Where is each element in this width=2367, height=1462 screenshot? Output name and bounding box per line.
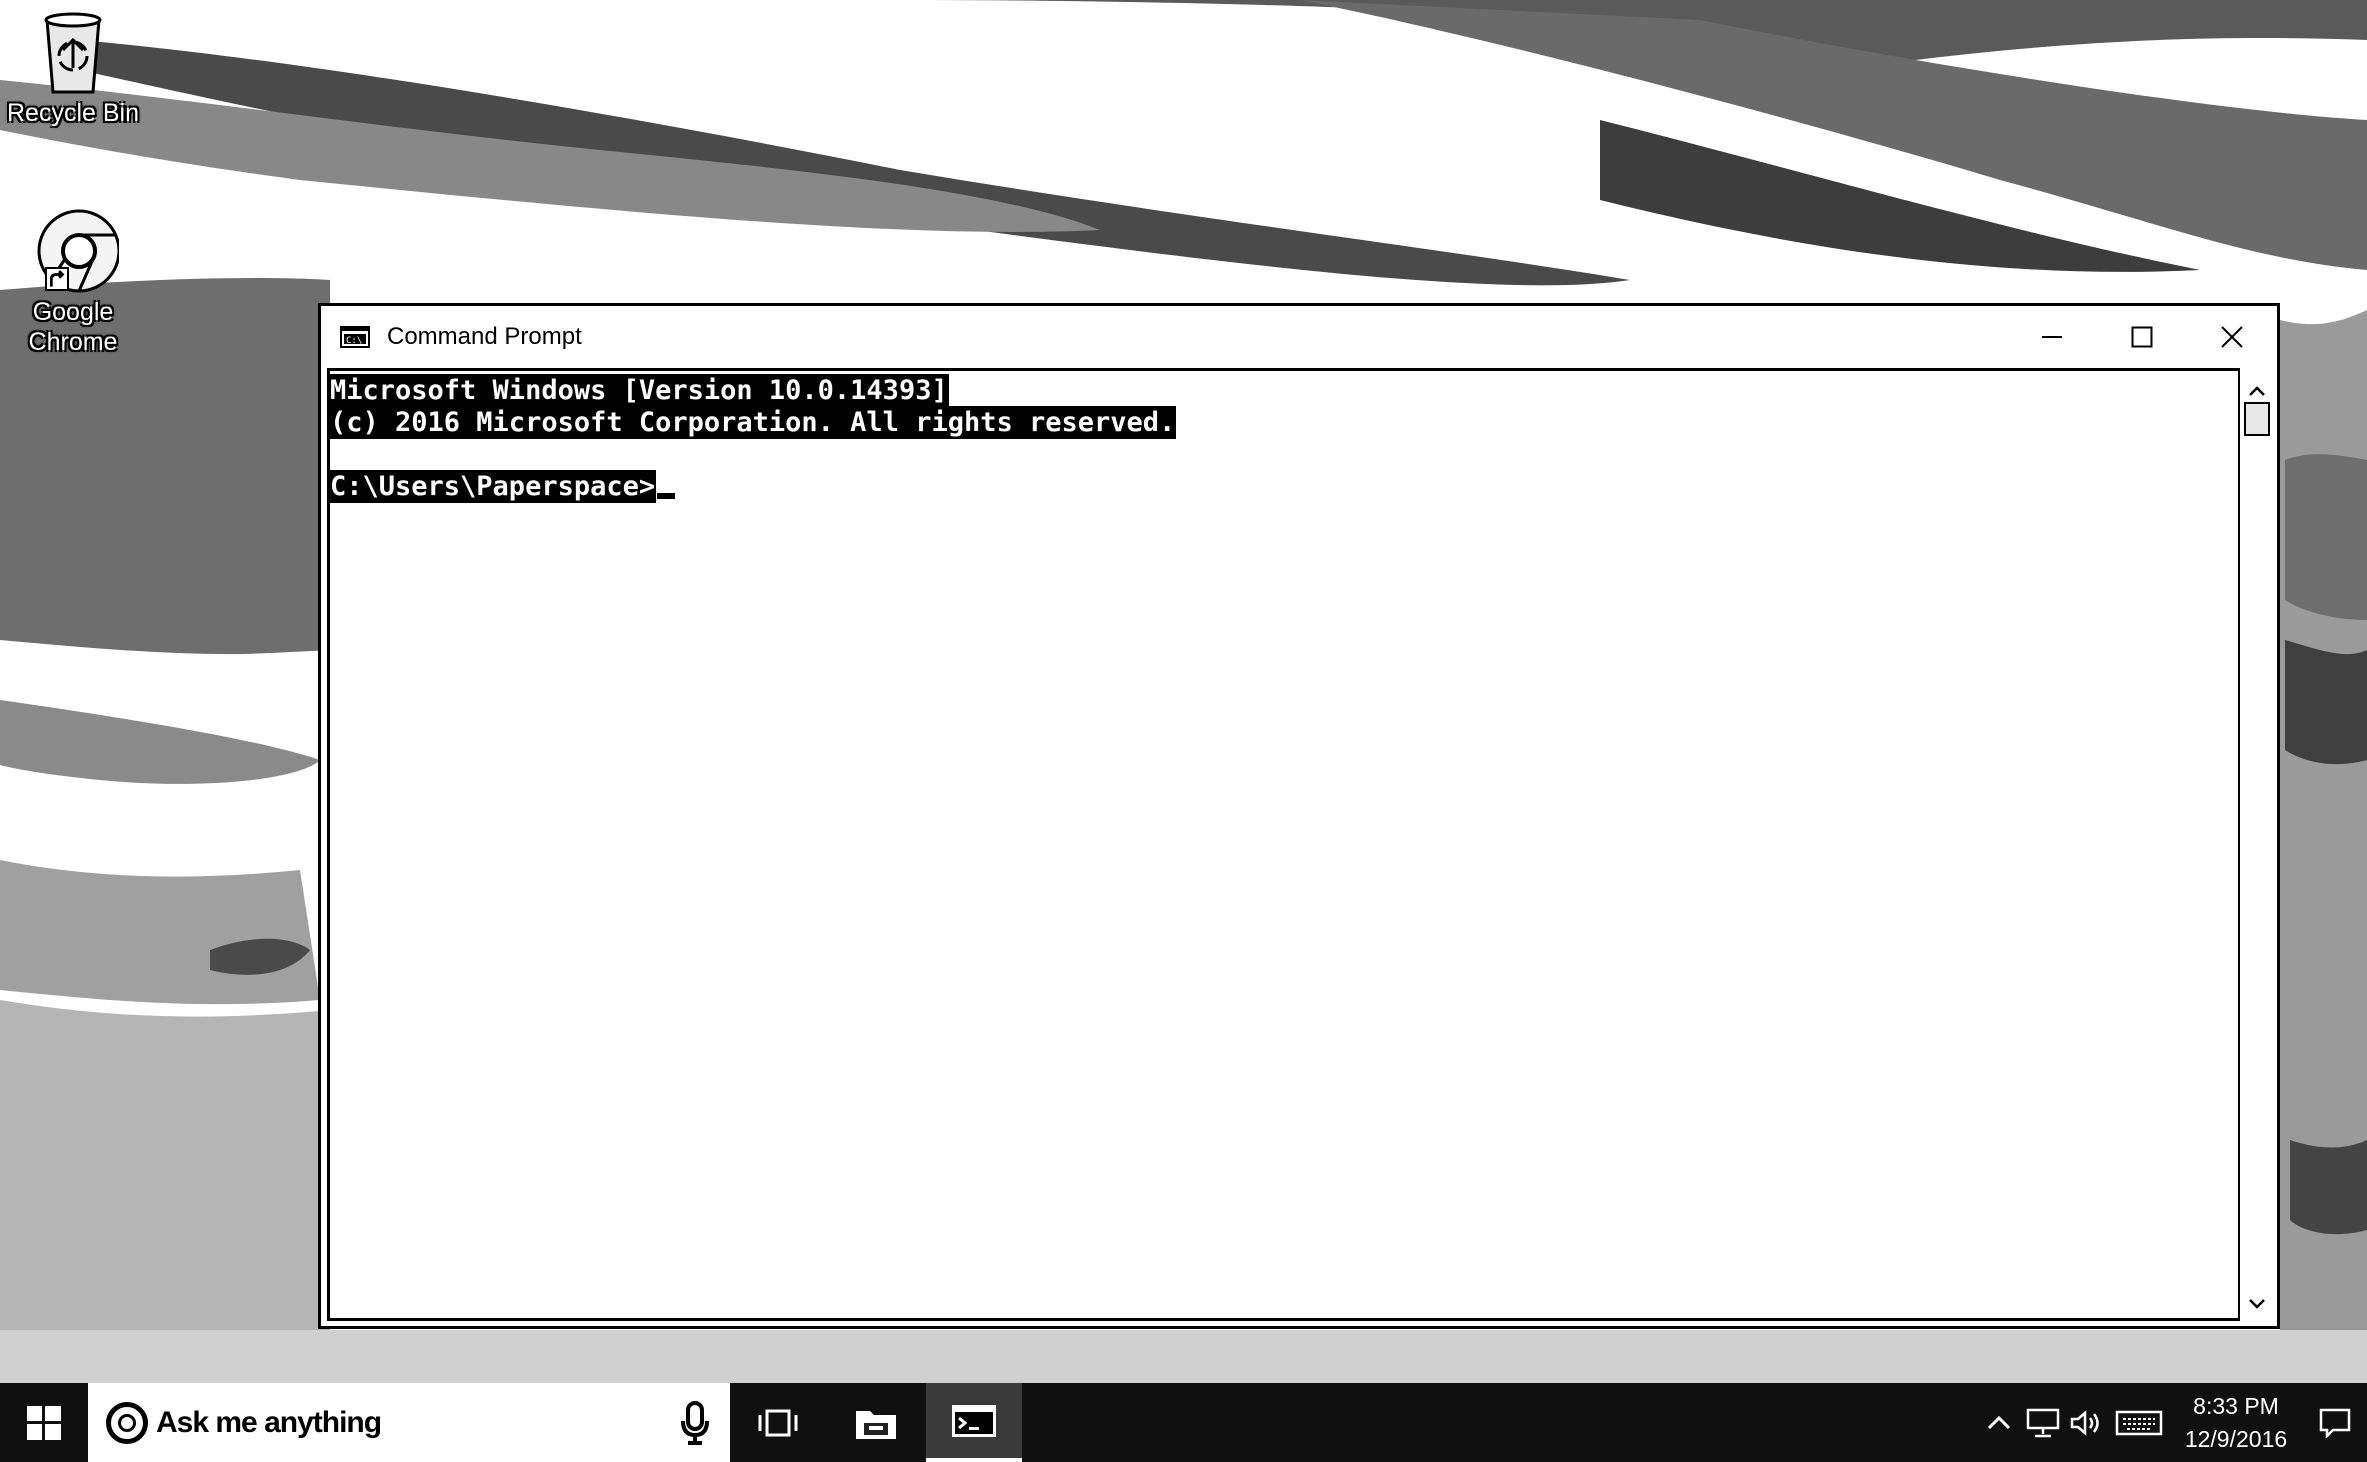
cortana-icon — [106, 1401, 148, 1444]
google-chrome-label: Google Chrome — [28, 298, 118, 356]
cortana-search-box[interactable]: Ask me anything — [88, 1383, 730, 1462]
task-view-icon — [758, 1409, 798, 1436]
console-icon: C:\ — [339, 324, 371, 350]
close-icon — [2221, 326, 2243, 348]
close-button[interactable] — [2187, 306, 2277, 368]
file-explorer-icon — [856, 1410, 896, 1439]
recycle-bin-icon — [27, 6, 119, 98]
keyboard-icon — [2115, 1410, 2163, 1435]
chrome-icon — [27, 205, 121, 297]
recycle-bin-shortcut[interactable]: Recycle Bin — [3, 6, 143, 128]
chevron-down-icon — [2249, 1299, 2265, 1309]
console-line: Microsoft Windows [Version 10.0.14393] — [330, 375, 948, 406]
action-center-button[interactable] — [2303, 1383, 2367, 1462]
search-placeholder: Ask me anything — [156, 1405, 382, 1439]
svg-text:C:\: C:\ — [346, 336, 362, 346]
network-button[interactable] — [2021, 1383, 2065, 1462]
scroll-thumb[interactable] — [2244, 402, 2270, 436]
volume-button[interactable] — [2065, 1383, 2109, 1462]
taskbar-clock[interactable]: 8:33 PM 12/9/2016 — [2177, 1390, 2295, 1456]
recycle-bin-label: Recycle Bin — [7, 99, 139, 127]
start-icon — [27, 1405, 61, 1440]
clock-date: 12/9/2016 — [2184, 1425, 2288, 1452]
scroll-down-button[interactable] — [2240, 1289, 2274, 1319]
console-output[interactable]: Microsoft Windows [Version 10.0.14393] (… — [327, 368, 2241, 1321]
console-line: (c) 2016 Microsoft Corporation. All righ… — [330, 407, 1176, 438]
volume-icon — [2070, 1409, 2099, 1436]
chevron-up-icon — [2249, 386, 2265, 396]
command-prompt-window[interactable]: C:\ Command Prompt Microsoft Windows [Ve… — [318, 303, 2280, 1329]
clock-time: 8:33 PM — [2193, 1392, 2279, 1419]
command-prompt-taskbar-button[interactable] — [926, 1383, 1022, 1462]
minimize-icon — [2042, 336, 2062, 338]
minimize-button[interactable] — [2007, 306, 2097, 368]
maximize-icon — [2131, 326, 2153, 348]
system-tray: 8:33 PM 12/9/2016 — [1977, 1383, 2367, 1462]
command-prompt-icon — [952, 1404, 996, 1437]
console-prompt-line[interactable]: C:\Users\Paperspace> — [330, 471, 2238, 503]
network-icon — [2026, 1408, 2060, 1437]
show-hidden-icons-button[interactable] — [1977, 1383, 2021, 1462]
vertical-scrollbar[interactable] — [2240, 368, 2274, 1321]
file-explorer-button[interactable] — [826, 1383, 926, 1462]
window-title: Command Prompt — [387, 323, 582, 350]
maximize-button[interactable] — [2097, 306, 2187, 368]
notification-icon — [2319, 1408, 2351, 1438]
text-cursor — [657, 493, 676, 499]
microphone-icon[interactable] — [680, 1401, 710, 1445]
title-bar[interactable]: C:\ Command Prompt — [321, 306, 2277, 368]
google-chrome-shortcut[interactable]: Google Chrome — [3, 205, 143, 357]
task-view-button[interactable] — [730, 1383, 826, 1462]
shortcut-arrow-icon — [45, 267, 69, 291]
taskbar: Ask me anything 8:33 PM 12/9/2016 — [0, 1383, 2367, 1462]
start-button[interactable] — [0, 1383, 88, 1462]
chevron-up-icon — [1987, 1415, 2011, 1429]
touch-keyboard-button[interactable] — [2109, 1383, 2169, 1462]
